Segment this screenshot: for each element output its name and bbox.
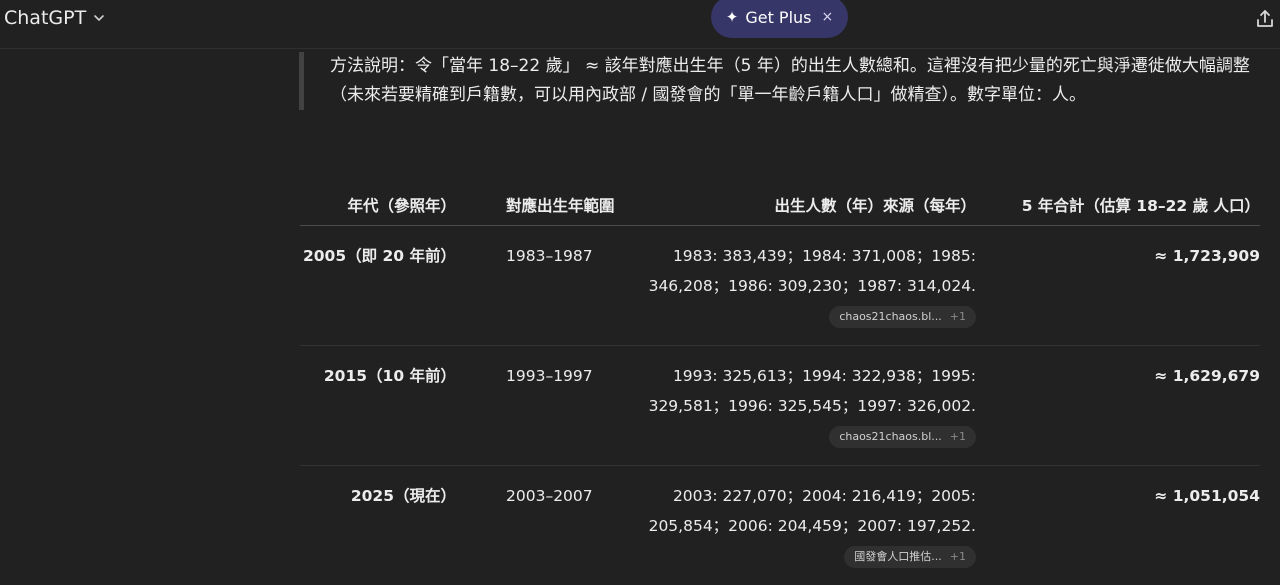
cell-era: 2015（10 年前）: [300, 346, 456, 466]
header-births-source: 出生人數（年）來源（每年）: [636, 172, 976, 226]
cell-range: 1983–1987: [456, 226, 636, 346]
method-note-blockquote: 方法說明：令「當年 18–22 歲」 ≈ 該年對應出生年（5 年）的出生人數總和…: [299, 52, 1259, 110]
births-text: 1993: 325,613；1994: 322,938；1995: 329,58…: [649, 367, 976, 415]
cell-births: 2003: 227,070；2004: 216,419；2005: 205,85…: [636, 466, 976, 585]
births-text: 2003: 227,070；2004: 216,419；2005: 205,85…: [649, 487, 976, 535]
citation-more: +1: [950, 426, 966, 448]
header-era: 年代（參照年）: [300, 172, 456, 226]
citation-more: +1: [950, 546, 966, 568]
cell-births: 1983: 383,439；1984: 371,008；1985: 346,20…: [636, 226, 976, 346]
births-text: 1983: 383,439；1984: 371,008；1985: 346,20…: [649, 247, 976, 295]
method-note-text: 方法說明：令「當年 18–22 歲」 ≈ 該年對應出生年（5 年）的出生人數總和…: [330, 52, 1259, 110]
header-total: 5 年合計（估算 18–22 歲 人口）: [976, 172, 1260, 226]
cell-range: 2003–2007: [456, 466, 636, 585]
cell-era: 2005（即 20 年前）: [300, 226, 456, 346]
chevron-down-icon: [92, 11, 106, 25]
get-plus-button[interactable]: ✦ Get Plus ×: [711, 0, 848, 38]
table-header-row: 年代（參照年） 對應出生年範圍 出生人數（年）來源（每年） 5 年合計（估算 1…: [300, 172, 1260, 226]
share-icon[interactable]: [1254, 8, 1276, 30]
table-row: 2005（即 20 年前） 1983–1987 1983: 383,439；19…: [300, 226, 1260, 346]
top-bar: ChatGPT ✦ Get Plus ×: [0, 0, 1280, 49]
citation-chip[interactable]: chaos21chaos.bl... +1: [829, 426, 976, 448]
get-plus-label: Get Plus: [745, 8, 811, 27]
citation-label: 國發會人口推估...: [854, 546, 942, 568]
birth-data-table: 年代（參照年） 對應出生年範圍 出生人數（年）來源（每年） 5 年合計（估算 1…: [300, 172, 1260, 585]
citation-label: chaos21chaos.bl...: [839, 426, 941, 448]
cell-range: 1993–1997: [456, 346, 636, 466]
cell-total: ≈ 1,051,054: [976, 466, 1260, 585]
citation-more: +1: [950, 306, 966, 328]
header-birth-range: 對應出生年範圍: [456, 172, 636, 226]
citation-chip[interactable]: chaos21chaos.bl... +1: [829, 306, 976, 328]
close-icon[interactable]: ×: [822, 9, 834, 25]
app-title: ChatGPT: [4, 7, 86, 29]
citation-chip[interactable]: 國發會人口推估... +1: [844, 546, 976, 568]
sparkle-icon: ✦: [726, 8, 739, 26]
cell-total: ≈ 1,723,909: [976, 226, 1260, 346]
table-row: 2015（10 年前） 1993–1997 1993: 325,613；1994…: [300, 346, 1260, 466]
cell-era: 2025（現在）: [300, 466, 456, 585]
cell-births: 1993: 325,613；1994: 322,938；1995: 329,58…: [636, 346, 976, 466]
table-row: 2025（現在） 2003–2007 2003: 227,070；2004: 2…: [300, 466, 1260, 585]
cell-total: ≈ 1,629,679: [976, 346, 1260, 466]
citation-label: chaos21chaos.bl...: [839, 306, 941, 328]
model-selector[interactable]: ChatGPT: [4, 7, 106, 29]
